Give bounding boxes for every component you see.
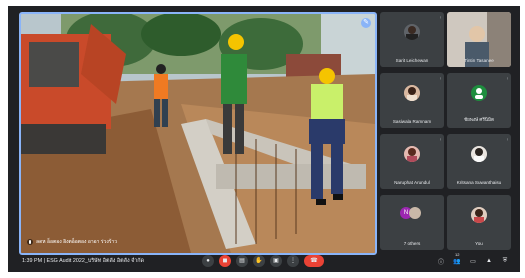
- participant-name: Tintin Tasanee: [464, 58, 494, 63]
- participant-tile[interactable]: ᵢ ชัยพงษ์ ศรีนิมิต: [447, 73, 511, 128]
- meeting-time: 1:39 PM: [22, 258, 43, 264]
- avatar: [471, 146, 487, 162]
- presenter-label: ลดห อ็อตอง อิงตอ็อตอง อาอา ร่วงร้าว: [27, 238, 117, 246]
- participant-name: Sarit Leichewan: [395, 58, 429, 63]
- activities-icon[interactable]: ▲: [484, 255, 494, 267]
- more-options-icon[interactable]: ᵢ: [440, 75, 441, 81]
- bottom-bar: 1:39 PM | ESG Audit 2022_บริษัท อิตลัง อ…: [8, 250, 520, 272]
- presenter-name: ลดห อ็อตอง อิงตอ็อตอง อาอา ร่วงร้าว: [36, 239, 118, 245]
- avatar: [471, 207, 487, 223]
- meeting-title: ESG Audit 2022_บริษัท อิตลัง อิตลัง จำกั…: [46, 258, 145, 264]
- camera-icon[interactable]: ◼: [219, 255, 231, 267]
- participant-tile[interactable]: ᵢ Sasiwala Ramnam: [380, 73, 444, 128]
- participant-tile[interactable]: ᵢ Tintin Tasanee: [447, 12, 511, 67]
- present-icon[interactable]: ▣: [270, 255, 282, 267]
- avatar: [409, 207, 421, 219]
- participant-tile[interactable]: ᵢ Kritsana Suwanthaisu: [447, 134, 511, 189]
- mic-icon[interactable]: ●: [202, 255, 214, 267]
- chat-icon[interactable]: ▭: [468, 255, 478, 267]
- host-controls-icon[interactable]: ⛨: [500, 255, 510, 267]
- raise-hand-icon[interactable]: ✋: [253, 255, 265, 267]
- participant-name: Naruphat Arundul: [394, 180, 430, 185]
- more-options-icon[interactable]: ᵢ: [507, 136, 508, 142]
- more-options-icon[interactable]: ᵢ: [440, 14, 441, 20]
- construction-site-video: [21, 14, 375, 253]
- more-options-icon[interactable]: ᵢ: [440, 136, 441, 142]
- more-options-icon[interactable]: ⋮: [287, 255, 299, 267]
- more-options-icon[interactable]: ᵢ: [507, 75, 508, 81]
- people-count: 12: [455, 252, 460, 257]
- side-panel-controls: ⓘ 12 👥 ▭ ▲ ⛨: [436, 252, 510, 267]
- participant-tile[interactable]: ᵢ Sarit Leichewan: [380, 12, 444, 67]
- end-call-icon[interactable]: ☎: [304, 255, 324, 267]
- avatar: [404, 85, 420, 101]
- participant-tile[interactable]: N 7 others: [380, 195, 444, 250]
- participant-name: Sasiwala Ramnam: [392, 119, 432, 124]
- people-icon[interactable]: 12 👥: [452, 252, 462, 267]
- participant-name: You: [475, 241, 483, 246]
- info-icon[interactable]: ⓘ: [436, 255, 446, 267]
- meeting-info: 1:39 PM | ESG Audit 2022_บริษัท อิตลัง อ…: [22, 257, 144, 265]
- pin-icon[interactable]: ✎: [361, 18, 371, 28]
- mic-off-icon: [27, 239, 33, 245]
- participant-name: ชัยพงษ์ ศรีนิมิต: [464, 117, 494, 122]
- meet-window: ✎ ลดห อ็อตอง อิงตอ็อตอง อาอา ร่วงร้าว ᵢ …: [8, 6, 520, 272]
- participant-name: Kritsana Suwanthaisu: [456, 180, 502, 185]
- avatar: [471, 85, 487, 101]
- info-separator: |: [43, 258, 45, 264]
- participant-name: 7 others: [403, 241, 421, 246]
- participant-tile[interactable]: ᵢ Naruphat Arundul: [380, 134, 444, 189]
- captions-icon[interactable]: ▤: [236, 255, 248, 267]
- avatar: [404, 24, 420, 40]
- avatar: [404, 146, 420, 162]
- participant-tile[interactable]: You: [447, 195, 511, 250]
- main-video-tile[interactable]: ✎ ลดห อ็อตอง อิงตอ็อตอง อาอา ร่วงร้าว: [19, 12, 377, 255]
- call-controls: ● ◼ ▤ ✋ ▣ ⋮ ☎: [202, 255, 324, 267]
